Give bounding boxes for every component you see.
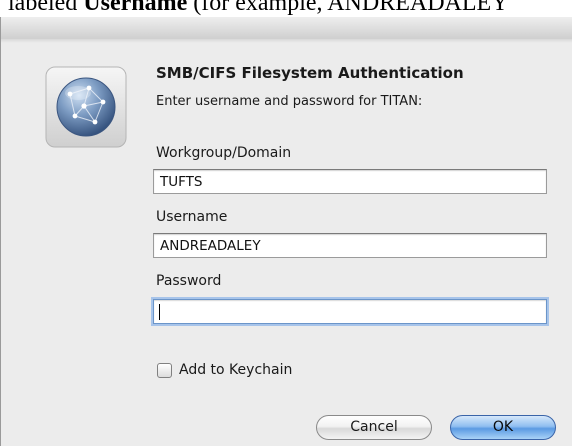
add-to-keychain-checkbox[interactable] [157, 363, 172, 378]
titlebar-shadow [1, 39, 572, 43]
network-globe-icon [45, 66, 127, 148]
add-to-keychain-label[interactable]: Add to Keychain [179, 362, 292, 378]
page-caption-text: labeled Username (for example, ANDREADAL… [8, 0, 572, 17]
caption-prefix: labeled [8, 0, 84, 16]
cancel-button[interactable]: Cancel [316, 415, 432, 440]
username-label: Username [156, 209, 228, 225]
workgroup-label: Workgroup/Domain [156, 145, 292, 161]
caption-bold: Username [83, 0, 188, 16]
username-field[interactable]: ANDREADALEY [153, 233, 547, 258]
ok-button[interactable]: OK [450, 415, 556, 440]
auth-dialog: SMB/CIFS Filesystem Authentication Enter… [0, 17, 572, 446]
workgroup-field[interactable]: TUFTS [153, 169, 547, 194]
password-label: Password [156, 273, 222, 289]
dialog-titlebar[interactable] [1, 17, 572, 40]
caption-suffix: (for example, ANDREADALEY [187, 0, 509, 16]
password-field[interactable] [153, 299, 547, 324]
dialog-subheading: Enter username and password for TITAN: [156, 94, 423, 109]
dialog-heading: SMB/CIFS Filesystem Authentication [156, 64, 464, 82]
text-caret [159, 304, 160, 320]
